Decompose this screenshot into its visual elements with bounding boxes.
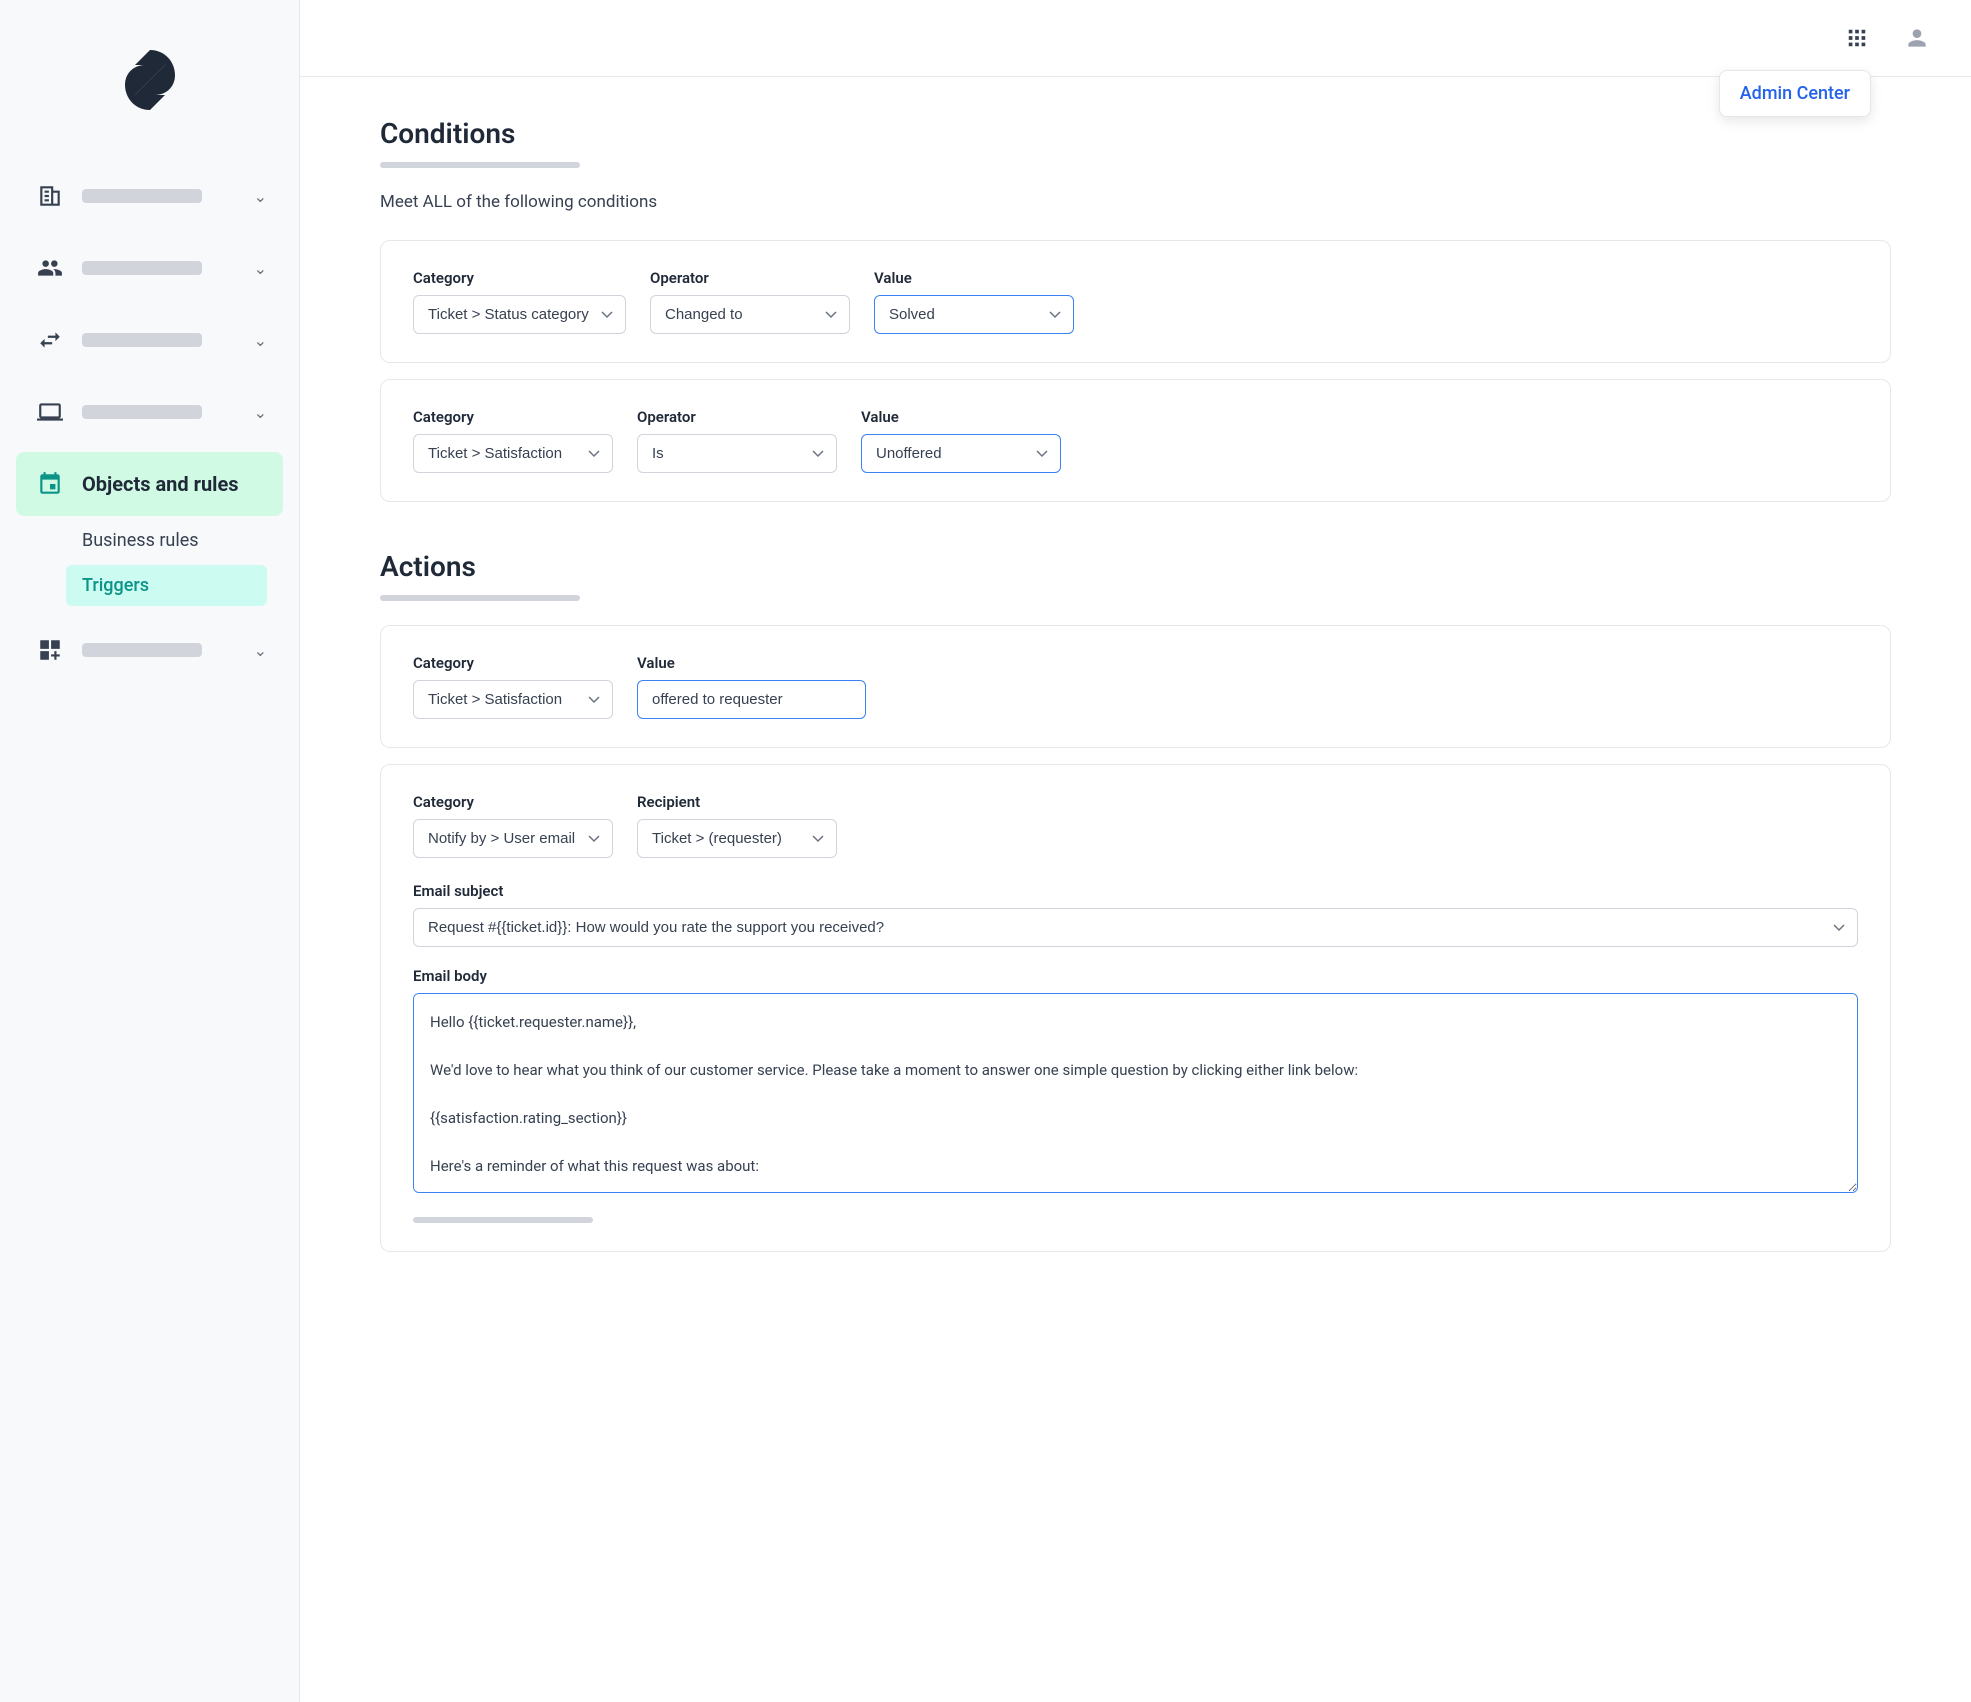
- actions-title: Actions: [380, 550, 1891, 583]
- actions-progress-bar: [380, 595, 580, 601]
- condition-1-value-group: Value Solved: [874, 269, 1074, 334]
- email-subject-label: Email subject: [413, 882, 1858, 900]
- admin-center-dropdown: Admin Center: [1719, 70, 1871, 117]
- condition-1-category-select[interactable]: Ticket > Status category: [413, 295, 626, 334]
- sidebar-item-business-rules[interactable]: Business rules: [66, 520, 267, 561]
- action-2-recipient-label: Recipient: [637, 793, 837, 811]
- zendesk-logo: [110, 40, 190, 124]
- grid-plus-label: [82, 643, 202, 657]
- email-body-textarea[interactable]: Hello {{ticket.requester.name}}, We'd lo…: [413, 993, 1858, 1193]
- sidebar-item-people[interactable]: ⌄: [16, 236, 283, 300]
- top-bar-icons: [1835, 16, 1939, 60]
- monitor-icon: [32, 394, 68, 430]
- action-1-value-group: Value: [637, 654, 866, 719]
- sidebar-item-grid-plus[interactable]: ⌄: [16, 618, 283, 682]
- objects-rules-label: Objects and rules: [82, 472, 239, 496]
- email-body-label: Email body: [413, 967, 1858, 985]
- action-2-recipient-select[interactable]: Ticket > (requester): [637, 819, 837, 858]
- email-subject-select[interactable]: Request #{{ticket.id}}: How would you ra…: [413, 908, 1858, 947]
- condition-2-category-label: Category: [413, 408, 613, 426]
- email-body-section: Email body Hello {{ticket.requester.name…: [413, 967, 1858, 1197]
- main-content: Admin Center Conditions Meet ALL of the …: [300, 0, 1971, 1702]
- objects-rules-icon: [32, 466, 68, 502]
- action-row-2-header: Category Notify by > User email Recipien…: [413, 793, 1858, 858]
- buildings-chevron: ⌄: [254, 187, 267, 206]
- conditions-subtitle: Meet ALL of the following conditions: [380, 192, 1891, 212]
- logo-area: [0, 20, 299, 164]
- nav-items: ⌄ ⌄ ⌄: [0, 164, 299, 682]
- action-1-category-label: Category: [413, 654, 613, 672]
- sidebar-item-triggers[interactable]: Triggers: [66, 565, 267, 606]
- conditions-title: Conditions: [380, 117, 1891, 150]
- condition-1-operator-select[interactable]: Changed to: [650, 295, 850, 334]
- condition-card-2: Category Ticket > Satisfaction Operator …: [380, 379, 1891, 502]
- condition-row-1: Category Ticket > Status category Operat…: [413, 269, 1858, 334]
- people-label: [82, 261, 202, 275]
- action-card-1: Category Ticket > Satisfaction Value: [380, 625, 1891, 748]
- grid-menu-button[interactable]: [1835, 16, 1879, 60]
- condition-2-operator-group: Operator Is: [637, 408, 837, 473]
- sub-navigation: Business rules Triggers: [16, 520, 283, 606]
- condition-2-operator-label: Operator: [637, 408, 837, 426]
- conditions-section: Conditions Meet ALL of the following con…: [380, 117, 1891, 502]
- action-card-2: Category Notify by > User email Recipien…: [380, 764, 1891, 1252]
- condition-2-operator-select[interactable]: Is: [637, 434, 837, 473]
- condition-1-category-group: Category Ticket > Status category: [413, 269, 626, 334]
- actions-section: Actions Category Ticket > Satisfaction V…: [380, 550, 1891, 1252]
- conditions-progress-bar: [380, 162, 580, 168]
- action-1-category-group: Category Ticket > Satisfaction: [413, 654, 613, 719]
- condition-1-value-select[interactable]: Solved: [874, 295, 1074, 334]
- condition-card-1: Category Ticket > Status category Operat…: [380, 240, 1891, 363]
- action-1-value-input[interactable]: [637, 680, 866, 719]
- buildings-icon: [32, 178, 68, 214]
- action-2-category-label: Category: [413, 793, 613, 811]
- condition-1-operator-group: Operator Changed to: [650, 269, 850, 334]
- arrows-label: [82, 333, 202, 347]
- condition-2-value-select[interactable]: Unoffered: [861, 434, 1061, 473]
- action-2-category-select[interactable]: Notify by > User email: [413, 819, 613, 858]
- content-area: Conditions Meet ALL of the following con…: [300, 77, 1971, 1308]
- action-2-category-group: Category Notify by > User email: [413, 793, 613, 858]
- arrows-chevron: ⌄: [254, 331, 267, 350]
- action-1-value-label: Value: [637, 654, 866, 672]
- top-bar: Admin Center: [300, 0, 1971, 77]
- monitor-label: [82, 405, 202, 419]
- email-subject-section: Email subject Request #{{ticket.id}}: Ho…: [413, 882, 1858, 947]
- condition-1-value-label: Value: [874, 269, 1074, 287]
- action-1-category-select[interactable]: Ticket > Satisfaction: [413, 680, 613, 719]
- sidebar-item-objects-rules[interactable]: Objects and rules: [16, 452, 283, 516]
- buildings-label: [82, 189, 202, 203]
- condition-1-category-label: Category: [413, 269, 626, 287]
- people-chevron: ⌄: [254, 259, 267, 278]
- monitor-chevron: ⌄: [254, 403, 267, 422]
- sidebar-item-buildings[interactable]: ⌄: [16, 164, 283, 228]
- email-body-scroll-bar: [413, 1217, 593, 1223]
- condition-2-value-group: Value Unoffered: [861, 408, 1061, 473]
- grid-plus-icon: [32, 632, 68, 668]
- people-icon: [32, 250, 68, 286]
- grid-plus-chevron: ⌄: [254, 641, 267, 660]
- admin-center-link[interactable]: Admin Center: [1740, 83, 1850, 104]
- arrows-icon: [32, 322, 68, 358]
- sidebar-item-monitor[interactable]: ⌄: [16, 380, 283, 444]
- sidebar-item-arrows[interactable]: ⌄: [16, 308, 283, 372]
- action-2-recipient-group: Recipient Ticket > (requester): [637, 793, 837, 858]
- user-avatar-button[interactable]: [1895, 16, 1939, 60]
- condition-row-2: Category Ticket > Satisfaction Operator …: [413, 408, 1858, 473]
- action-row-1: Category Ticket > Satisfaction Value: [413, 654, 1858, 719]
- condition-1-operator-label: Operator: [650, 269, 850, 287]
- sidebar: ⌄ ⌄ ⌄: [0, 0, 300, 1702]
- condition-2-value-label: Value: [861, 408, 1061, 426]
- condition-2-category-select[interactable]: Ticket > Satisfaction: [413, 434, 613, 473]
- condition-2-category-group: Category Ticket > Satisfaction: [413, 408, 613, 473]
